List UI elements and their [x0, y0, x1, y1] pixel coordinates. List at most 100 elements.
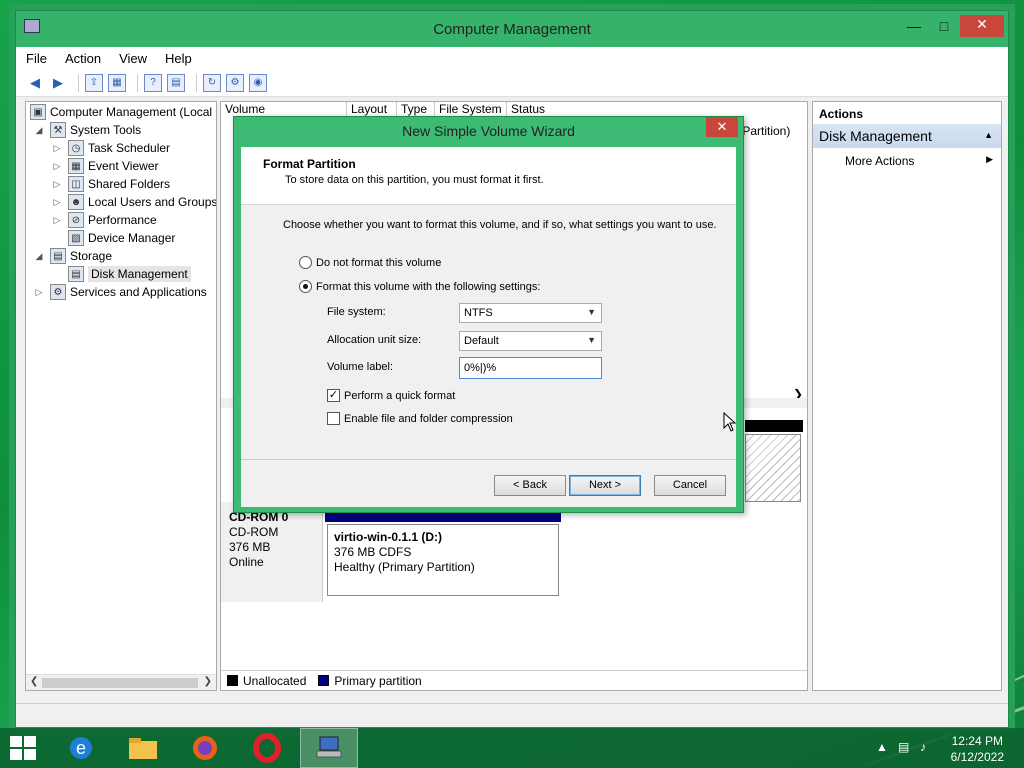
partition-legend: Unallocated Primary partition [221, 670, 807, 690]
network-icon[interactable]: ▤ [898, 740, 909, 754]
partition-status: Healthy (Primary Partition) [334, 560, 475, 574]
unallocated-region[interactable] [745, 434, 801, 502]
allocation-unit-select[interactable]: Default ▼ [459, 331, 602, 351]
clock-time: 12:24 PM [951, 734, 1003, 748]
menu-file[interactable]: File [26, 51, 47, 66]
status-bar [16, 703, 1008, 727]
tree-item-device-manager[interactable]: ▧ Device Manager [68, 230, 175, 246]
tree-item-local-users[interactable]: ▷ ☻ Local Users and Groups [52, 194, 216, 210]
quick-format-checkbox[interactable]: ✓ Perform a quick format [327, 389, 455, 402]
storage-icon: ▤ [50, 248, 66, 264]
disk-state: Online [229, 555, 264, 569]
title-bar[interactable]: Computer Management — □ ✕ [16, 11, 1008, 47]
new-simple-volume-wizard: New Simple Volume Wizard ✕ Format Partit… [233, 116, 744, 513]
partition-block[interactable]: virtio-win-0.1.1 (D:) 376 MB CDFS Health… [327, 524, 559, 596]
tree-item-services[interactable]: ▷ ⚙ Services and Applications [34, 284, 207, 300]
partition-size: 376 MB CDFS [334, 545, 412, 559]
show-hide-tree-icon[interactable]: ▦ [108, 73, 126, 92]
tree-item-system-tools[interactable]: ◢ ⚒ System Tools [34, 122, 141, 138]
system-clock[interactable]: 12:24 PM 6/12/2022 [951, 733, 1004, 765]
disk-management-icon: ▤ [68, 266, 84, 282]
navigation-tree: ▣ Computer Management (Local ◢ ⚒ System … [25, 101, 217, 691]
computer-management-taskbar-icon[interactable] [300, 728, 358, 768]
volume-label-input[interactable]: 0%|)% [459, 357, 602, 379]
expand-icon[interactable]: ▷ [52, 143, 62, 154]
more-actions[interactable]: More Actions ▶ [813, 148, 1001, 168]
primary-swatch [318, 675, 330, 686]
scrollbar-thumb[interactable] [42, 678, 198, 688]
file-system-label: File system: [327, 306, 386, 318]
collapse-icon[interactable]: ◢ [34, 125, 44, 136]
collapse-up-icon[interactable]: ▲ [984, 130, 993, 140]
wizard-close-button[interactable]: ✕ [706, 117, 738, 137]
clock-icon: ◷ [68, 140, 84, 156]
legend-primary: Primary partition [334, 673, 422, 688]
compression-checkbox[interactable]: Enable file and folder compression [327, 412, 513, 425]
cancel-button[interactable]: Cancel [654, 475, 726, 496]
menu-help[interactable]: Help [165, 51, 192, 66]
settings-icon[interactable]: ⚙ [226, 73, 244, 92]
tree-item-disk-management[interactable]: ▤ Disk Management [68, 266, 191, 282]
minimize-button[interactable]: — [900, 17, 928, 35]
disk-icon[interactable]: ◉ [249, 73, 267, 92]
allocation-unit-label: Allocation unit size: [327, 334, 422, 346]
mouse-cursor-icon [723, 412, 737, 432]
expand-icon[interactable]: ▷ [52, 215, 62, 226]
volume-label-label: Volume label: [327, 361, 394, 373]
tree-horizontal-scrollbar[interactable]: ❮ ❯ [26, 674, 216, 690]
shared-folder-icon: ◫ [68, 176, 84, 192]
submenu-arrow-icon: ▶ [986, 154, 993, 164]
expand-icon[interactable]: ▷ [34, 287, 44, 298]
volume-icon[interactable]: ♪ [920, 740, 926, 754]
chevron-down-icon: ▼ [587, 335, 596, 345]
tree-item-event-viewer[interactable]: ▷ ▦ Event Viewer [52, 158, 158, 174]
show-hidden-icons-icon[interactable]: ▲ [876, 740, 888, 754]
expand-icon[interactable]: ▷ [52, 197, 62, 208]
up-folder-icon[interactable]: ⇧ [85, 73, 103, 92]
users-icon: ☻ [68, 194, 84, 210]
internet-explorer-icon[interactable]: e [52, 728, 110, 768]
firefox-icon[interactable] [176, 728, 234, 768]
scroll-right-icon[interactable]: ❯ [204, 676, 212, 687]
performance-icon: ⊘ [68, 212, 84, 228]
device-manager-icon: ▧ [68, 230, 84, 246]
scroll-left-icon[interactable]: ❮ [30, 676, 38, 687]
expand-icon[interactable]: ▷ [52, 161, 62, 172]
windows-start-icon[interactable] [10, 736, 36, 760]
properties-icon[interactable]: ▤ [167, 73, 185, 92]
actions-section-disk-management[interactable]: Disk Management ▲ [813, 124, 1001, 148]
expand-icon[interactable]: ▷ [52, 179, 62, 190]
wizard-title: New Simple Volume Wizard [402, 123, 575, 139]
menu-view[interactable]: View [119, 51, 147, 66]
next-button[interactable]: Next > [569, 475, 641, 496]
forward-arrow-icon[interactable]: ▶ [49, 74, 67, 92]
maximize-button[interactable]: □ [930, 17, 958, 35]
disk-row-cdrom: CD-ROM 0 CD-ROM 376 MB Online virtio-win… [221, 502, 807, 602]
back-button[interactable]: < Back [494, 475, 566, 496]
taskbar: e ▲ ▤ ♪ 12:24 PM 6/12/2022 [0, 728, 1024, 768]
checkmark-icon[interactable]: ✓ [327, 389, 340, 402]
back-arrow-icon[interactable]: ◀ [26, 74, 44, 92]
disk-info[interactable]: CD-ROM 0 CD-ROM 376 MB Online [221, 502, 323, 602]
help-icon[interactable]: ? [144, 73, 162, 92]
menu-action[interactable]: Action [65, 51, 101, 66]
radio-format-volume[interactable]: Format this volume with the following se… [299, 280, 540, 293]
services-icon: ⚙ [50, 284, 66, 300]
tree-item-performance[interactable]: ▷ ⊘ Performance [52, 212, 157, 228]
menu-bar: File Action View Help [16, 47, 1008, 69]
close-button[interactable]: ✕ [960, 15, 1004, 37]
collapse-icon[interactable]: ◢ [34, 251, 44, 262]
radio-do-not-format[interactable]: Do not format this volume [299, 256, 441, 269]
file-explorer-icon[interactable] [114, 728, 172, 768]
tree-item-storage[interactable]: ◢ ▤ Storage [34, 248, 112, 264]
wizard-heading: Format Partition [263, 157, 356, 171]
refresh-icon[interactable]: ↻ [203, 73, 221, 92]
toolbar: ◀ ▶ ⇧ ▦ ? ▤ ↻ ⚙ ◉ [16, 69, 1008, 97]
tree-item-computer-management[interactable]: ▣ Computer Management (Local [30, 104, 212, 120]
file-system-select[interactable]: NTFS ▼ [459, 303, 602, 323]
wizard-header: Format Partition To store data on this p… [241, 147, 736, 205]
tree-item-shared-folders[interactable]: ▷ ◫ Shared Folders [52, 176, 170, 192]
opera-icon[interactable] [238, 728, 296, 768]
chevron-down-icon: ▼ [587, 307, 596, 317]
tree-item-task-scheduler[interactable]: ▷ ◷ Task Scheduler [52, 140, 170, 156]
